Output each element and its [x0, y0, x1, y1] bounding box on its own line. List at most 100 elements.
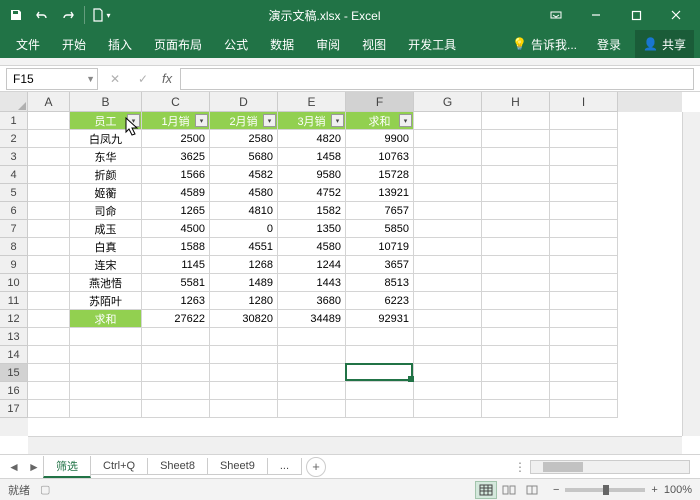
- filter-button[interactable]: ▾: [331, 114, 344, 127]
- row-header[interactable]: 16: [0, 382, 28, 400]
- cell[interactable]: [28, 364, 70, 382]
- cell[interactable]: 4752: [278, 184, 346, 202]
- cell[interactable]: 折颜: [70, 166, 142, 184]
- cell[interactable]: 2500: [142, 130, 210, 148]
- cell[interactable]: 0: [210, 220, 278, 238]
- tab-view[interactable]: 视图: [352, 30, 396, 58]
- cell[interactable]: [482, 148, 550, 166]
- ribbon-options-button[interactable]: [536, 0, 576, 30]
- column-header[interactable]: A: [28, 92, 70, 112]
- cell[interactable]: [482, 130, 550, 148]
- tab-home[interactable]: 开始: [52, 30, 96, 58]
- cell[interactable]: 10763: [346, 148, 414, 166]
- cell[interactable]: [414, 400, 482, 418]
- cell[interactable]: 34489: [278, 310, 346, 328]
- cell[interactable]: 9580: [278, 166, 346, 184]
- sheet-tab[interactable]: 筛选: [43, 456, 91, 478]
- cell[interactable]: [550, 274, 618, 292]
- cell[interactable]: [482, 112, 550, 130]
- cell[interactable]: [550, 364, 618, 382]
- filter-button[interactable]: ▾: [195, 114, 208, 127]
- enter-button[interactable]: ✓: [132, 68, 154, 90]
- save-button[interactable]: [4, 3, 28, 27]
- row-header[interactable]: 17: [0, 400, 28, 418]
- row-header[interactable]: 14: [0, 346, 28, 364]
- cell[interactable]: 燕池悟: [70, 274, 142, 292]
- maximize-button[interactable]: [616, 0, 656, 30]
- cell[interactable]: 3680: [278, 292, 346, 310]
- cell[interactable]: [70, 346, 142, 364]
- cell[interactable]: [482, 328, 550, 346]
- cell[interactable]: [278, 382, 346, 400]
- zoom-percent[interactable]: 100%: [664, 484, 692, 496]
- row-header[interactable]: 7: [0, 220, 28, 238]
- cell[interactable]: 1268: [210, 256, 278, 274]
- cell[interactable]: 5850: [346, 220, 414, 238]
- cell[interactable]: 5680: [210, 148, 278, 166]
- cell[interactable]: 4820: [278, 130, 346, 148]
- cell[interactable]: [278, 364, 346, 382]
- cell[interactable]: [28, 166, 70, 184]
- filter-button[interactable]: ▾: [399, 114, 412, 127]
- tab-data[interactable]: 数据: [260, 30, 304, 58]
- cell[interactable]: 9900: [346, 130, 414, 148]
- cell[interactable]: [142, 400, 210, 418]
- cell[interactable]: 1244: [278, 256, 346, 274]
- cell[interactable]: [278, 328, 346, 346]
- cell[interactable]: [28, 130, 70, 148]
- cell[interactable]: [346, 382, 414, 400]
- cell[interactable]: [550, 184, 618, 202]
- cell[interactable]: 2580: [210, 130, 278, 148]
- cancel-button[interactable]: ✕: [104, 68, 126, 90]
- sheet-nav-prev[interactable]: ◄: [4, 457, 24, 477]
- formula-input[interactable]: [180, 68, 694, 90]
- cell[interactable]: 7657: [346, 202, 414, 220]
- cell[interactable]: 1458: [278, 148, 346, 166]
- column-header[interactable]: C: [142, 92, 210, 112]
- cell[interactable]: [142, 382, 210, 400]
- cell[interactable]: [414, 238, 482, 256]
- new-file-button[interactable]: ▾: [89, 3, 113, 27]
- cell[interactable]: 13921: [346, 184, 414, 202]
- cell[interactable]: [414, 364, 482, 382]
- cell[interactable]: [482, 292, 550, 310]
- sheet-tab[interactable]: Sheet9: [207, 458, 268, 475]
- cell[interactable]: 4580: [278, 238, 346, 256]
- cell[interactable]: [70, 364, 142, 382]
- cell[interactable]: [482, 220, 550, 238]
- add-sheet-button[interactable]: +: [306, 457, 326, 477]
- zoom-out-button[interactable]: −: [553, 484, 559, 496]
- column-header[interactable]: B: [70, 92, 142, 112]
- cell[interactable]: 1265: [142, 202, 210, 220]
- undo-button[interactable]: [30, 3, 54, 27]
- cell[interactable]: [28, 346, 70, 364]
- column-header[interactable]: F: [346, 92, 414, 112]
- cell[interactable]: 30820: [210, 310, 278, 328]
- cell[interactable]: 3月销▾: [278, 112, 346, 130]
- cell[interactable]: [28, 328, 70, 346]
- zoom-in-button[interactable]: +: [651, 484, 657, 496]
- filter-button[interactable]: ▾: [263, 114, 276, 127]
- cell[interactable]: [550, 400, 618, 418]
- cell[interactable]: 4580: [210, 184, 278, 202]
- cell[interactable]: 2月销▾: [210, 112, 278, 130]
- cell[interactable]: [346, 346, 414, 364]
- cell[interactable]: [70, 328, 142, 346]
- cell[interactable]: 成玉: [70, 220, 142, 238]
- cell[interactable]: [278, 346, 346, 364]
- cell[interactable]: [414, 184, 482, 202]
- cell[interactable]: [482, 382, 550, 400]
- cell[interactable]: 10719: [346, 238, 414, 256]
- column-header[interactable]: H: [482, 92, 550, 112]
- cell[interactable]: 求和: [70, 310, 142, 328]
- cell[interactable]: 3657: [346, 256, 414, 274]
- cell[interactable]: 6223: [346, 292, 414, 310]
- cell[interactable]: [414, 274, 482, 292]
- cell[interactable]: [414, 148, 482, 166]
- cell[interactable]: 5581: [142, 274, 210, 292]
- cell[interactable]: 1489: [210, 274, 278, 292]
- cell[interactable]: 1588: [142, 238, 210, 256]
- tab-layout[interactable]: 页面布局: [144, 30, 212, 58]
- chevron-down-icon[interactable]: ▼: [86, 74, 95, 84]
- column-header[interactable]: G: [414, 92, 482, 112]
